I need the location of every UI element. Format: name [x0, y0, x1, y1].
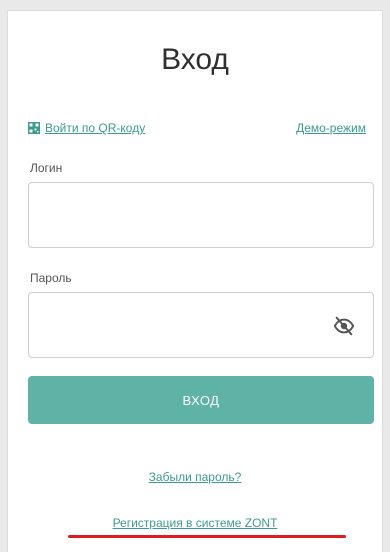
eye-off-icon[interactable]: [333, 315, 355, 337]
login-input[interactable]: [29, 183, 333, 247]
login-submit-button[interactable]: ВХОД: [28, 376, 374, 424]
register-link[interactable]: Регистрация в системе ZONT: [8, 516, 382, 530]
qr-login-link[interactable]: Войти по QR-коду: [28, 121, 145, 135]
password-input[interactable]: [29, 293, 333, 357]
forgot-password-link[interactable]: Забыли пароль?: [8, 470, 382, 484]
login-field-box: [28, 182, 374, 248]
qr-code-icon: [28, 122, 40, 134]
login-options-row: Войти по QR-коду Демо-режим: [28, 119, 370, 137]
login-label: Логин: [30, 161, 63, 175]
login-panel: Вход Войти по QR-коду Демо-режим Логин П…: [7, 10, 383, 552]
highlight-underline: [68, 535, 346, 538]
page-title: Вход: [161, 43, 229, 76]
password-label: Пароль: [30, 271, 72, 285]
password-field-box: [28, 292, 374, 358]
qr-login-label: Войти по QR-коду: [45, 121, 146, 135]
demo-mode-link[interactable]: Демо-режим: [296, 121, 366, 135]
